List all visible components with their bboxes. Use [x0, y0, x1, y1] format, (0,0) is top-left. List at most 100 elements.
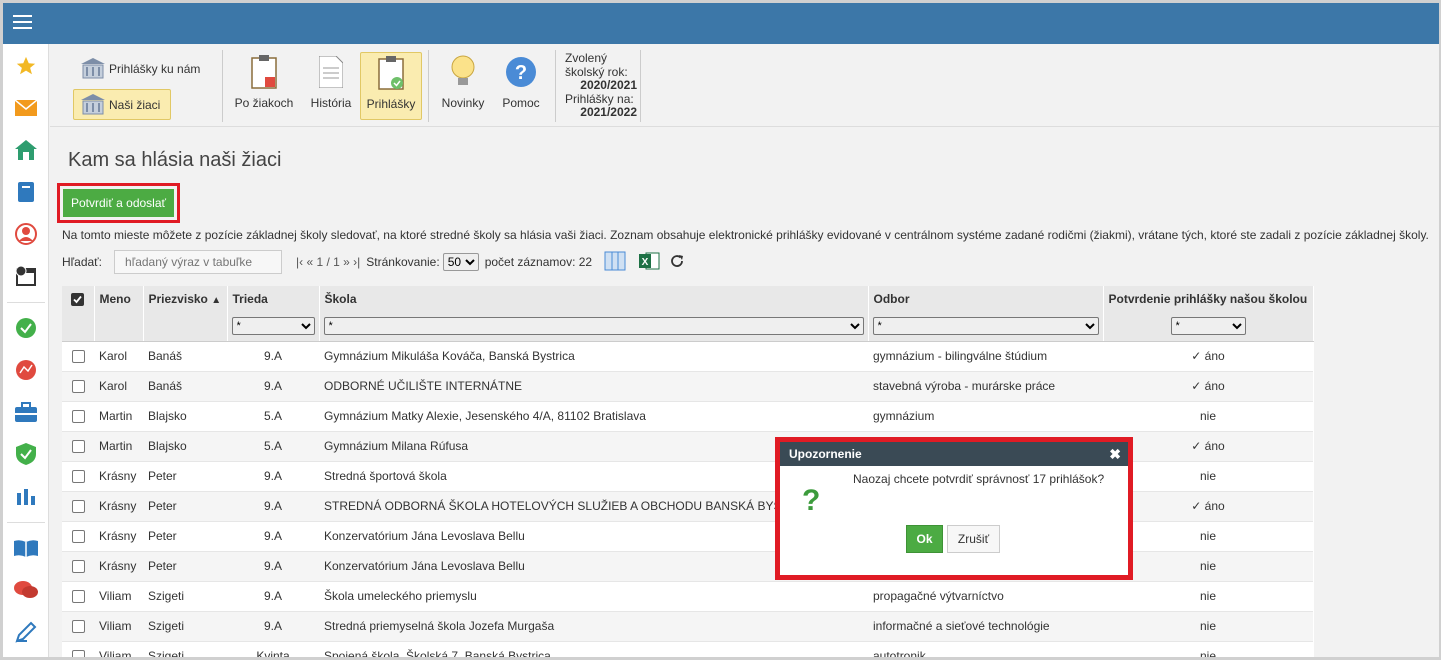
- search-input[interactable]: [114, 250, 283, 274]
- row-checkbox[interactable]: [71, 410, 85, 424]
- row-checkbox[interactable]: [71, 500, 85, 514]
- checkbox[interactable]: [62, 491, 94, 522]
- cell-meno: Viliam: [94, 641, 143, 657]
- paging-select[interactable]: 50: [442, 253, 479, 271]
- row-checkbox[interactable]: [71, 590, 85, 604]
- row-checkbox[interactable]: [71, 380, 85, 394]
- table-row[interactable]: Viliam Szigeti 9.A Stredná priemyselná škol…: [62, 611, 1313, 642]
- cell-potvrdenie: nie: [1103, 461, 1313, 492]
- row-checkbox[interactable]: [71, 440, 85, 454]
- check-circle-icon[interactable]: [14, 316, 38, 340]
- cell-priezvisko: Peter: [143, 461, 227, 492]
- chart-circle-icon[interactable]: [14, 358, 38, 382]
- col-meno[interactable]: Meno: [94, 286, 144, 311]
- toolbar-divider: [428, 50, 429, 122]
- checkbox[interactable]: [62, 581, 94, 612]
- briefcase-icon[interactable]: [14, 400, 38, 424]
- clipboard-icon: [248, 54, 280, 90]
- close-icon[interactable]: ✖: [1109, 446, 1121, 463]
- cell-trieda: 9.A: [227, 551, 319, 582]
- dialog-message: Naozaj chcete potvrdiť správnosť 17 prih…: [853, 472, 1105, 486]
- calendar-clock-icon[interactable]: [14, 264, 38, 288]
- refresh-icon[interactable]: [670, 254, 684, 271]
- star-icon[interactable]: [14, 54, 38, 78]
- confirm-and-send-button[interactable]: Potvrdiť a odoslať: [63, 189, 174, 217]
- paging-label: Stránkovanie:: [366, 255, 440, 269]
- sort-asc-icon: ▲: [211, 294, 222, 306]
- ok-button[interactable]: Ok: [906, 525, 943, 553]
- row-checkbox[interactable]: [71, 530, 85, 544]
- checkbox[interactable]: [62, 371, 94, 402]
- cell-trieda: 9.A: [227, 521, 319, 552]
- sidebar-divider: [7, 302, 45, 303]
- cell-odbor: stavebná výroba - murárske práce: [868, 371, 1103, 402]
- checkbox[interactable]: [62, 341, 94, 372]
- top-bar: [3, 3, 1439, 44]
- row-checkbox[interactable]: [71, 560, 85, 574]
- table-row[interactable]: Viliam Szigeti 9.A Škola umeleckého priemys…: [62, 581, 1313, 612]
- home-icon[interactable]: [14, 138, 38, 162]
- filter-potvrdenie[interactable]: *: [1170, 316, 1246, 335]
- hamburger-menu-icon[interactable]: [13, 15, 32, 31]
- cell-potvrdenie: nie: [1103, 641, 1313, 657]
- table-row[interactable]: Karol Banáš 9.A Gymnázium Mikuláša Kováča, …: [62, 341, 1313, 372]
- cell-meno: Martin: [94, 431, 143, 462]
- checkbox[interactable]: [62, 611, 94, 642]
- prihlasky-button[interactable]: Prihlášky: [360, 52, 422, 120]
- col-skola[interactable]: Škola: [319, 286, 869, 311]
- po-ziakoch-button[interactable]: Po žiakoch: [233, 52, 295, 120]
- table-row[interactable]: Viliam Szigeti Kvinta Spojená škola, Školsk…: [62, 641, 1313, 657]
- table-row[interactable]: Martin Blajsko 5.A Gymnázium Matky Alexie, …: [62, 401, 1313, 432]
- checkbox[interactable]: [62, 521, 94, 552]
- col-priezvisko[interactable]: Priezvisko ▲: [143, 286, 228, 311]
- row-checkbox[interactable]: [71, 650, 85, 657]
- book-icon[interactable]: [14, 536, 38, 560]
- excel-icon[interactable]: X: [638, 251, 660, 274]
- checkbox[interactable]: [62, 551, 94, 582]
- filter-odbor[interactable]: *: [872, 316, 1099, 335]
- help-icon: ?: [505, 54, 537, 90]
- cancel-button[interactable]: Zrušiť: [947, 525, 1000, 553]
- sidebar: [3, 44, 49, 657]
- historia-button[interactable]: História: [300, 52, 362, 120]
- chat-icon[interactable]: [14, 578, 38, 602]
- cell-priezvisko: Banáš: [143, 341, 227, 372]
- select-all-checkbox[interactable]: [71, 292, 85, 306]
- pomoc-button[interactable]: ? Pomoc: [490, 52, 552, 120]
- cell-trieda: 9.A: [227, 371, 319, 402]
- columns-icon[interactable]: [604, 251, 626, 274]
- checkbox[interactable]: [62, 401, 94, 432]
- row-checkbox[interactable]: [71, 470, 85, 484]
- checkbox[interactable]: [62, 431, 94, 462]
- nav-prihlasky-ku-nam[interactable]: Prihlášky ku nám: [81, 58, 200, 80]
- page-title: Kam sa hlásia naši žiaci: [68, 149, 282, 171]
- row-checkbox[interactable]: [71, 350, 85, 364]
- checkbox[interactable]: [62, 641, 94, 657]
- notebook-icon[interactable]: [14, 180, 38, 204]
- bar-chart-icon[interactable]: [14, 484, 38, 508]
- confirm-button-highlight: Potvrdiť a odoslať: [57, 183, 180, 223]
- row-checkbox[interactable]: [71, 620, 85, 634]
- user-icon[interactable]: [14, 222, 38, 246]
- search-label: Hľadať:: [62, 255, 103, 269]
- novinky-button[interactable]: Novinky: [432, 52, 494, 120]
- nav-nasi-ziaci[interactable]: Naši žiaci: [73, 89, 171, 120]
- cell-meno: Viliam: [94, 611, 143, 642]
- pager[interactable]: |‹ « 1 / 1 » ›|: [296, 255, 360, 269]
- filter-trieda[interactable]: *: [231, 316, 315, 335]
- col-odbor[interactable]: Odbor: [868, 286, 1104, 311]
- table-row[interactable]: Karol Banáš 9.A ODBORNÉ UČILIŠTE INTERNÁTNE…: [62, 371, 1313, 402]
- filter-skola[interactable]: *: [323, 316, 864, 335]
- col-trieda[interactable]: Trieda: [227, 286, 320, 311]
- mail-icon[interactable]: [14, 96, 38, 120]
- cell-priezvisko: Peter: [143, 551, 227, 582]
- main-content: Kam sa hlásia naši žiaci Potvrdiť a odos…: [50, 128, 1439, 657]
- cell-priezvisko: Szigeti: [143, 581, 227, 612]
- search-row: Hľadať: |‹ « 1 / 1 » ›| Stránkovanie: 50…: [62, 250, 684, 274]
- cell-meno: Karol: [94, 371, 143, 402]
- select-all-checkbox-cell[interactable]: [62, 286, 95, 311]
- col-potvrdenie[interactable]: Potvrdenie prihlášky našou školou: [1103, 286, 1314, 311]
- checkbox[interactable]: [62, 461, 94, 492]
- pen-icon[interactable]: [14, 620, 38, 644]
- shield-check-icon[interactable]: [14, 442, 38, 466]
